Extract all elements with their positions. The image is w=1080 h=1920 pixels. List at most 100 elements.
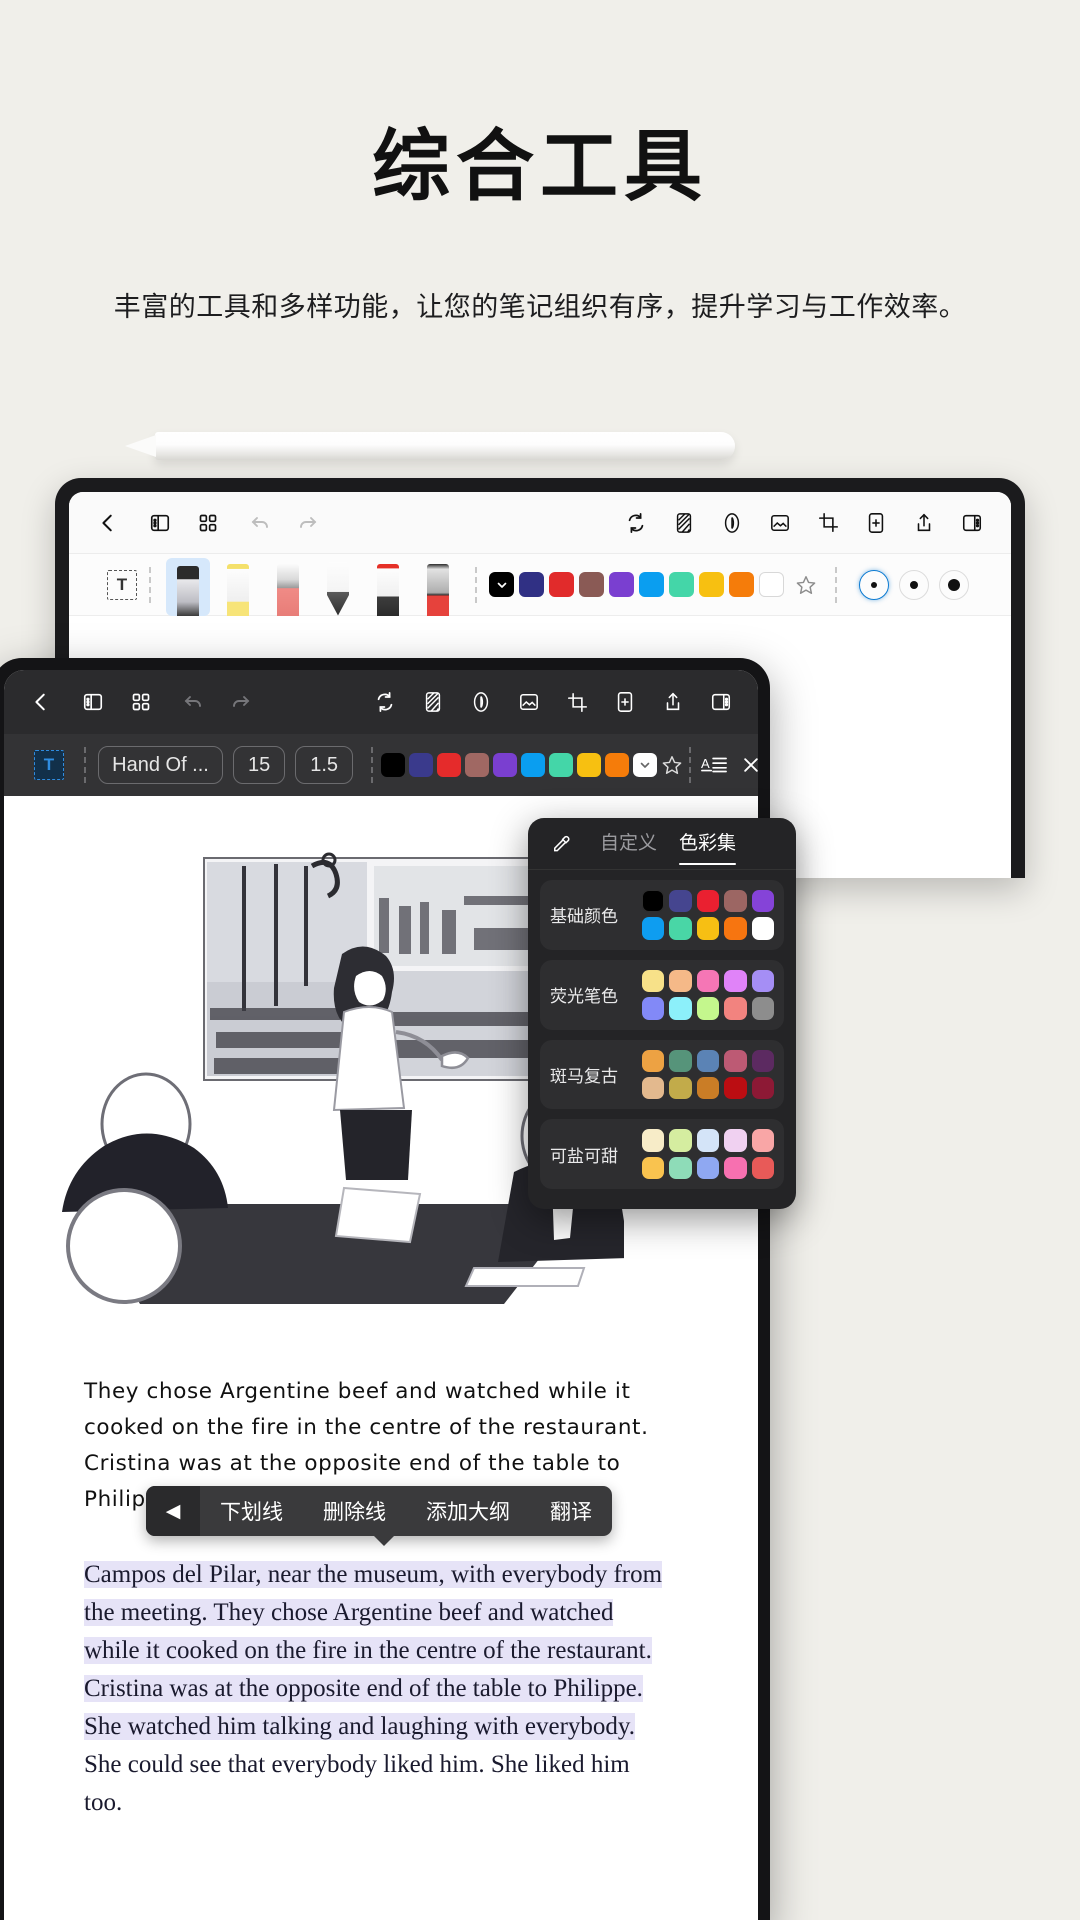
crop-icon[interactable]: [560, 685, 594, 719]
grid-icon[interactable]: [191, 506, 225, 540]
sync-icon[interactable]: [368, 685, 402, 719]
palette-swatch[interactable]: [642, 1156, 665, 1180]
context-menu-item-strikethrough[interactable]: 删除线: [303, 1496, 406, 1526]
palette-swatch[interactable]: [642, 997, 665, 1020]
sync-icon[interactable]: [619, 506, 653, 540]
palette-swatch[interactable]: [642, 1049, 665, 1073]
highlighter-icon[interactable]: [667, 506, 701, 540]
ruler-pen-tool[interactable]: [416, 558, 460, 616]
palette-swatch[interactable]: [724, 969, 747, 993]
context-menu-item-add-outline[interactable]: 添加大纲: [406, 1496, 530, 1526]
palette-swatch[interactable]: [724, 1129, 747, 1152]
font-size-select[interactable]: 15: [233, 746, 286, 784]
star-icon[interactable]: [661, 748, 683, 782]
color-swatch[interactable]: [639, 572, 664, 597]
color-swatch[interactable]: [729, 572, 754, 597]
eraser-tool[interactable]: [266, 558, 310, 616]
eyedropper-icon[interactable]: [544, 827, 578, 861]
undo-icon[interactable]: [176, 685, 210, 719]
palette-swatch[interactable]: [642, 1129, 665, 1152]
palette-swatch[interactable]: [751, 917, 774, 940]
palette-swatch[interactable]: [724, 917, 747, 940]
share-icon[interactable]: [907, 506, 941, 540]
palette-swatch[interactable]: [751, 1049, 774, 1073]
palette-swatch[interactable]: [696, 1049, 720, 1073]
image-icon[interactable]: [512, 685, 546, 719]
add-page-icon[interactable]: [859, 506, 893, 540]
color-swatch[interactable]: [759, 572, 784, 597]
close-icon[interactable]: [741, 748, 758, 782]
context-menu-item-translate[interactable]: 翻译: [530, 1496, 612, 1526]
palette-swatch[interactable]: [669, 969, 692, 993]
palette-swatch[interactable]: [642, 917, 665, 940]
context-menu-item-underline[interactable]: 下划线: [200, 1496, 303, 1526]
color-swatch[interactable]: [549, 753, 574, 777]
marker-tool[interactable]: [366, 558, 410, 616]
lasso-icon[interactable]: [715, 506, 749, 540]
palette-swatch[interactable]: [724, 1156, 747, 1180]
palette-swatch[interactable]: [669, 1049, 692, 1073]
stroke-width-medium[interactable]: [899, 569, 929, 600]
back-icon[interactable]: [91, 506, 125, 540]
lasso-icon[interactable]: [464, 685, 498, 719]
palette-swatch[interactable]: [724, 997, 747, 1020]
palette-swatch[interactable]: [669, 917, 692, 940]
arrow-left-icon[interactable]: ◀: [146, 1486, 200, 1536]
crop-icon[interactable]: [811, 506, 845, 540]
highlighter-icon[interactable]: [416, 685, 450, 719]
color-swatch[interactable]: [409, 753, 434, 777]
star-icon[interactable]: [789, 568, 823, 602]
color-swatch[interactable]: [465, 753, 490, 777]
sidebar-icon[interactable]: [76, 685, 110, 719]
back-icon[interactable]: [24, 685, 58, 719]
textbox-tool-active[interactable]: T: [34, 750, 64, 780]
share-icon[interactable]: [656, 685, 690, 719]
highlighter-pen-tool[interactable]: [216, 558, 260, 616]
color-swatch[interactable]: [549, 572, 574, 597]
color-swatch[interactable]: [381, 753, 406, 777]
color-swatch[interactable]: [521, 753, 546, 777]
palette-swatch[interactable]: [751, 1077, 774, 1100]
tab-palette-set[interactable]: 色彩集: [679, 828, 737, 865]
palette-swatch[interactable]: [696, 1077, 720, 1100]
text-align-icon[interactable]: A: [701, 748, 727, 782]
color-swatch[interactable]: [609, 572, 634, 597]
palette-swatch[interactable]: [696, 917, 720, 940]
palette-swatch[interactable]: [669, 997, 692, 1020]
palette-swatch[interactable]: [751, 969, 774, 993]
grid-icon[interactable]: [124, 685, 158, 719]
palette-swatch[interactable]: [724, 1077, 747, 1100]
palette-swatch[interactable]: [696, 969, 720, 993]
palette-swatch[interactable]: [696, 997, 720, 1020]
color-swatch[interactable]: [577, 753, 602, 777]
fountain-pen-tool[interactable]: [166, 557, 210, 616]
palette-swatch[interactable]: [642, 1077, 665, 1100]
redo-icon[interactable]: [291, 506, 325, 540]
color-swatch[interactable]: [519, 572, 544, 597]
color-swatch[interactable]: [437, 753, 462, 777]
layout-icon[interactable]: [704, 685, 738, 719]
palette-swatch[interactable]: [642, 890, 665, 913]
palette-swatch[interactable]: [724, 1049, 747, 1073]
layout-icon[interactable]: [955, 506, 989, 540]
color-swatch[interactable]: [669, 572, 694, 597]
selected-text[interactable]: Campos del Pilar, near the museum, with …: [84, 1561, 663, 1740]
palette-swatch[interactable]: [669, 1077, 692, 1100]
tab-custom[interactable]: 自定义: [600, 828, 657, 859]
palette-swatch[interactable]: [696, 1129, 720, 1152]
color-swatch[interactable]: [605, 753, 630, 777]
line-height-select[interactable]: 1.5: [295, 746, 354, 784]
color-swatch[interactable]: [699, 572, 724, 597]
color-swatch[interactable]: [493, 753, 518, 777]
palette-swatch[interactable]: [642, 969, 665, 993]
pencil-tool[interactable]: [316, 558, 360, 616]
textbox-tool[interactable]: T: [107, 569, 137, 600]
palette-swatch[interactable]: [751, 1129, 774, 1152]
redo-icon[interactable]: [224, 685, 258, 719]
sidebar-icon[interactable]: [143, 506, 177, 540]
palette-swatch[interactable]: [669, 1129, 692, 1152]
palette-swatch[interactable]: [724, 890, 747, 913]
color-swatch[interactable]: [579, 572, 604, 597]
image-icon[interactable]: [763, 506, 797, 540]
palette-swatch[interactable]: [669, 890, 692, 913]
